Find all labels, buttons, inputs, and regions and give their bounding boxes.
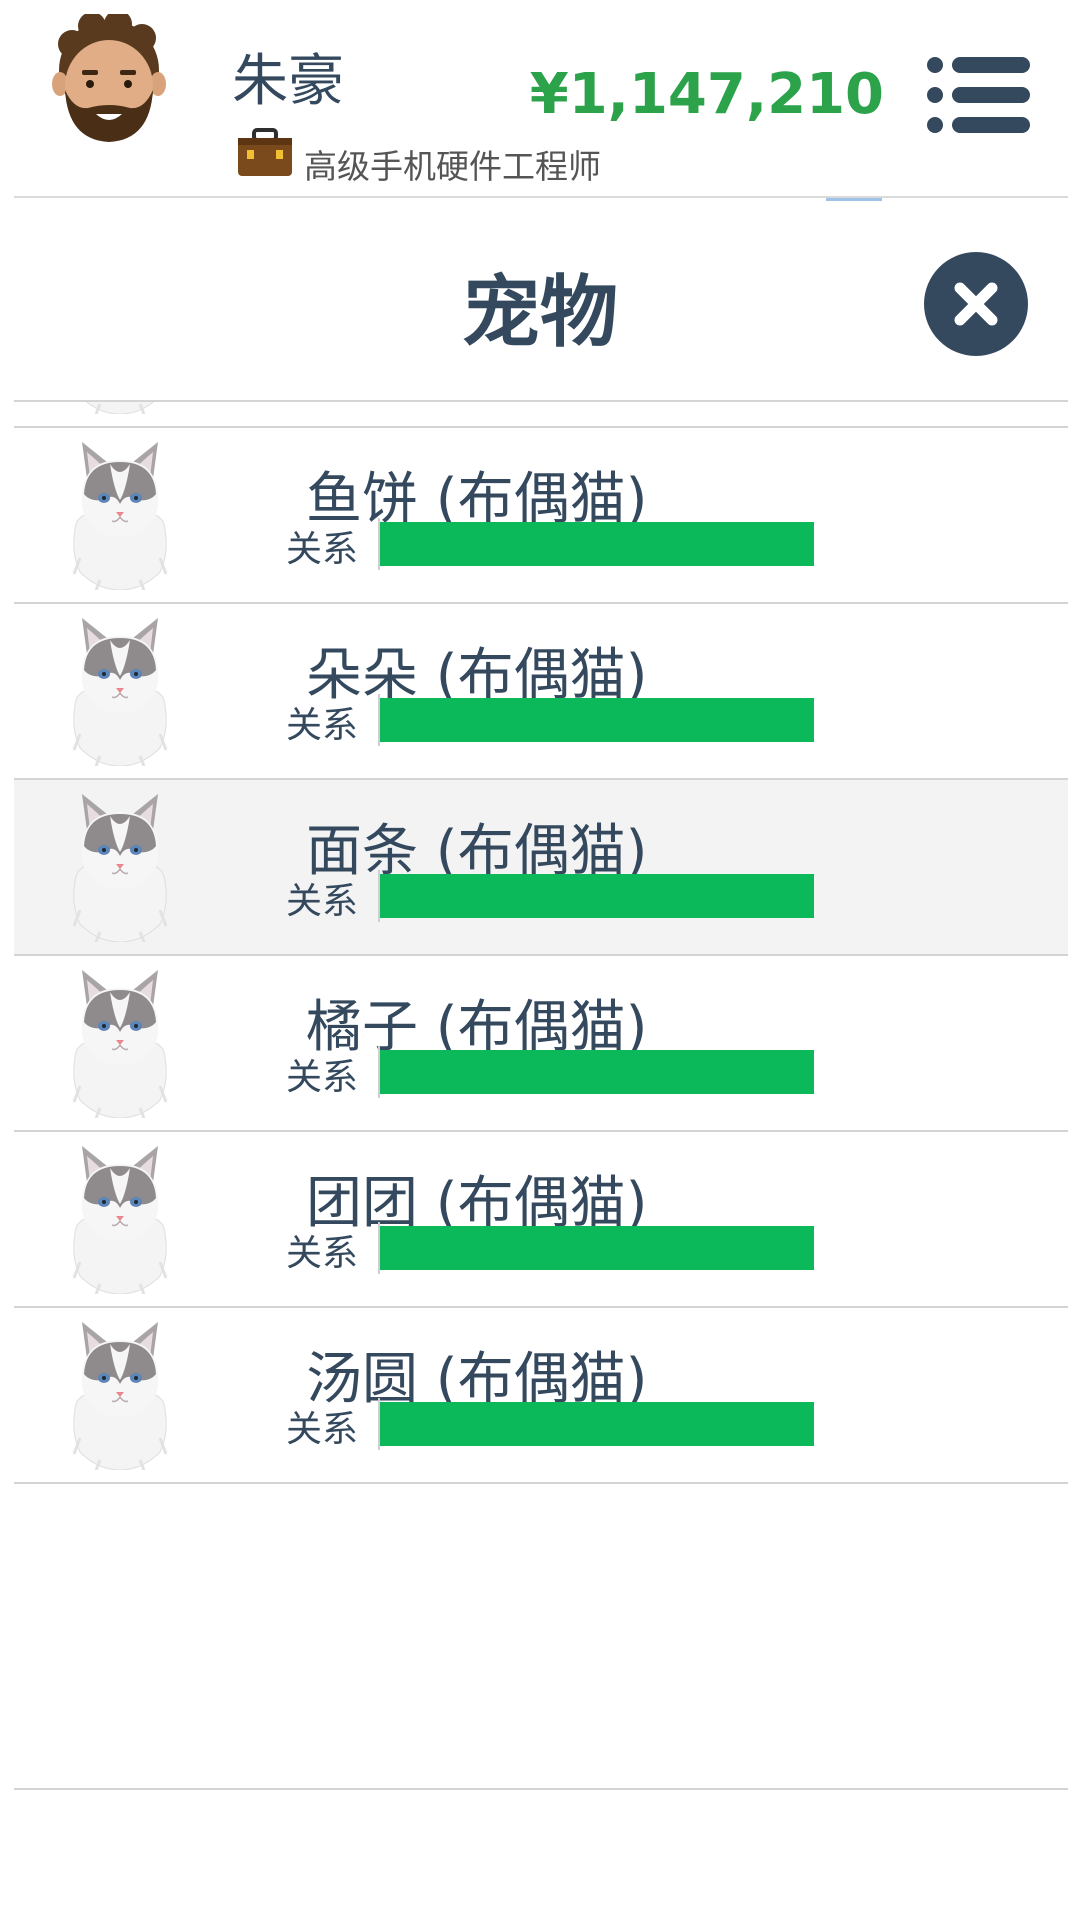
relationship-label: 关系 <box>286 529 359 570</box>
ragdoll-cat-icon <box>86 402 154 414</box>
panel-title: 宠物 <box>461 268 618 358</box>
pet-list[interactable]: 关系 鱼饼 (布偶猫)关系 <box>14 402 1068 1792</box>
job-title: 高级手机硬件工程师 <box>304 147 601 186</box>
pet-row[interactable]: 关系 <box>14 402 1068 428</box>
relationship-bar-fill <box>380 874 814 918</box>
pet-row[interactable]: 橘子 (布偶猫) 关系 <box>14 956 1068 1132</box>
header-divider <box>14 196 1068 198</box>
relationship-bar-fill <box>380 1402 814 1446</box>
player-name: 朱豪 <box>232 49 344 114</box>
relationship-label: 关系 <box>286 1409 359 1450</box>
ragdoll-cat-icon <box>72 794 168 942</box>
ragdoll-cat-icon <box>72 970 168 1118</box>
bar-start-tick <box>378 518 380 570</box>
ragdoll-cat-icon <box>72 442 168 590</box>
ragdoll-cat-icon <box>72 1322 168 1470</box>
briefcase-icon <box>238 128 292 176</box>
list-end-divider <box>14 1788 1068 1790</box>
ragdoll-cat-icon <box>72 1146 168 1294</box>
relationship-bar <box>378 1046 814 1098</box>
relationship-bar-fill <box>380 522 814 566</box>
pets-panel-header: 宠物 <box>0 202 1080 402</box>
ragdoll-cat-icon <box>72 618 168 766</box>
pet-row[interactable]: 汤圆 (布偶猫) 关系 <box>14 1308 1068 1484</box>
relationship-bar <box>378 1398 814 1450</box>
pet-row[interactable]: 朵朵 (布偶猫) 关系 <box>14 604 1068 780</box>
relationship-bar <box>378 518 814 570</box>
relationship-bar <box>378 870 814 922</box>
relationship-label: 关系 <box>286 1233 359 1274</box>
top-header: 朱豪 高级手机硬件工程师 ¥1,147,210 <box>0 0 1080 198</box>
relationship-bar-fill <box>380 698 814 742</box>
close-icon <box>954 282 998 326</box>
pet-row[interactable]: 团团 (布偶猫) 关系 <box>14 1132 1068 1308</box>
relationship-label: 关系 <box>286 705 359 746</box>
money-balance: ¥1,147,210 <box>529 62 884 127</box>
scroll-indicator <box>826 198 882 201</box>
panel-divider <box>14 400 1068 402</box>
relationship-label: 关系 <box>286 1057 359 1098</box>
avatar[interactable] <box>52 14 166 146</box>
bar-start-tick <box>378 694 380 746</box>
bar-start-tick <box>378 1398 380 1450</box>
menu-button[interactable] <box>926 56 1030 134</box>
bar-start-tick <box>378 1222 380 1274</box>
bar-start-tick <box>378 1046 380 1098</box>
relationship-bar-fill <box>380 1226 814 1270</box>
relationship-bar <box>378 1222 814 1274</box>
bar-start-tick <box>378 870 380 922</box>
pet-row[interactable]: 鱼饼 (布偶猫) 关系 <box>14 428 1068 604</box>
close-button[interactable] <box>924 252 1028 356</box>
relationship-bar-fill <box>380 1050 814 1094</box>
relationship-label: 关系 <box>286 881 359 922</box>
pet-row[interactable]: 面条 (布偶猫) 关系 <box>14 780 1068 956</box>
relationship-bar <box>378 694 814 746</box>
